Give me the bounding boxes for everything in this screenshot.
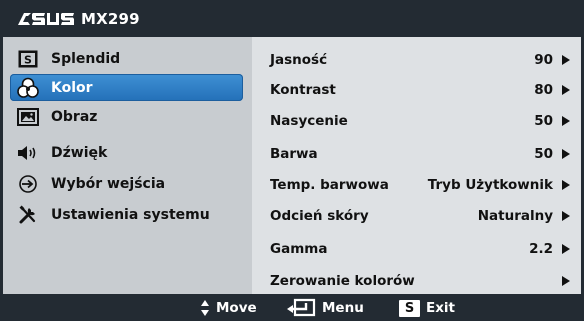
footer-bar: Move Menu S Exit [0, 294, 584, 321]
enter-key-icon [286, 298, 316, 318]
sidebar-item-label: Obraz [51, 108, 98, 125]
picture-icon [16, 106, 40, 128]
setting-row-barwa[interactable]: Barwa 50 [270, 143, 573, 165]
footer-exit-label: Exit [426, 300, 456, 316]
setting-row-gamma[interactable]: Gamma 2.2 [270, 238, 573, 260]
setting-label: Zerowanie kolorów [270, 273, 415, 289]
sidebar-item-ustawienia-systemu[interactable]: Ustawienia systemu [10, 201, 243, 228]
s-key-icon: S [399, 299, 420, 317]
sidebar-item-label: Wybór wejścia [51, 175, 166, 192]
brand: MX299 [17, 9, 140, 29]
setting-value: 2.2 [529, 241, 553, 257]
speaker-icon [16, 142, 40, 164]
sidebar-item-label: Ustawienia systemu [51, 206, 210, 223]
arrow-right-icon [559, 83, 573, 97]
setting-label: Gamma [270, 241, 328, 257]
setting-value: 80 [534, 82, 553, 98]
setting-value: 50 [534, 146, 553, 162]
sidebar-item-obraz[interactable]: Obraz [10, 103, 243, 130]
svg-text:S: S [24, 53, 32, 66]
arrow-right-icon [559, 242, 573, 256]
arrow-right-icon [559, 209, 573, 223]
splendid-s-icon: S [16, 48, 40, 70]
osd-menu: MX299 S Splendid Kolor Obraz Dźwięk Wybó… [0, 0, 584, 321]
setting-row-zerowanie-kolorow[interactable]: Zerowanie kolorów [270, 270, 573, 292]
setting-label: Jasność [270, 52, 328, 68]
setting-value: 90 [534, 52, 553, 68]
setting-value: 50 [534, 113, 553, 129]
footer-move-label: Move [216, 300, 257, 316]
footer-move[interactable]: Move [200, 297, 257, 319]
arrow-right-icon [559, 114, 573, 128]
setting-label: Temp. barwowa [270, 177, 389, 193]
settings-panel: Jasność 90 Kontrast 80 Nasycenie 50 Barw… [252, 37, 581, 294]
setting-value: Naturalny [477, 208, 553, 224]
footer-menu-label: Menu [322, 300, 364, 316]
setting-label: Barwa [270, 146, 318, 162]
model-name: MX299 [81, 10, 140, 28]
setting-value: Tryb Użytkownik [427, 177, 553, 193]
sidebar-item-dzwiek[interactable]: Dźwięk [10, 139, 243, 166]
sidebar-item-label: Kolor [51, 79, 93, 96]
input-select-icon [16, 173, 40, 195]
setting-row-jasnosc[interactable]: Jasność 90 [270, 49, 573, 71]
sidebar-item-wybor-wejscia[interactable]: Wybór wejścia [10, 170, 243, 197]
title-bar: MX299 [0, 0, 584, 37]
color-circles-icon [16, 77, 40, 99]
sidebar-item-label: Splendid [51, 50, 121, 67]
tools-icon [16, 204, 40, 226]
setting-label: Nasycenie [270, 113, 348, 129]
category-sidebar: S Splendid Kolor Obraz Dźwięk Wybór wejś… [3, 37, 252, 294]
setting-label: Kontrast [270, 82, 336, 98]
arrow-right-icon [559, 274, 573, 288]
arrow-right-icon [559, 147, 573, 161]
setting-label: Odcień skóry [270, 208, 369, 224]
setting-row-nasycenie[interactable]: Nasycenie 50 [270, 110, 573, 132]
footer-exit[interactable]: S Exit [399, 297, 455, 319]
up-down-arrows-icon [200, 299, 210, 317]
arrow-right-icon [559, 178, 573, 192]
setting-row-kontrast[interactable]: Kontrast 80 [270, 79, 573, 101]
sidebar-item-splendid[interactable]: S Splendid [10, 45, 243, 72]
sidebar-item-label: Dźwięk [51, 144, 108, 161]
asus-logo [18, 13, 74, 25]
setting-row-odcien-skory[interactable]: Odcień skóry Naturalny [270, 205, 573, 227]
footer-menu[interactable]: Menu [286, 297, 364, 319]
setting-row-temp-barwowa[interactable]: Temp. barwowa Tryb Użytkownik [270, 174, 573, 196]
sidebar-item-kolor[interactable]: Kolor [10, 74, 243, 101]
arrow-right-icon [559, 53, 573, 67]
